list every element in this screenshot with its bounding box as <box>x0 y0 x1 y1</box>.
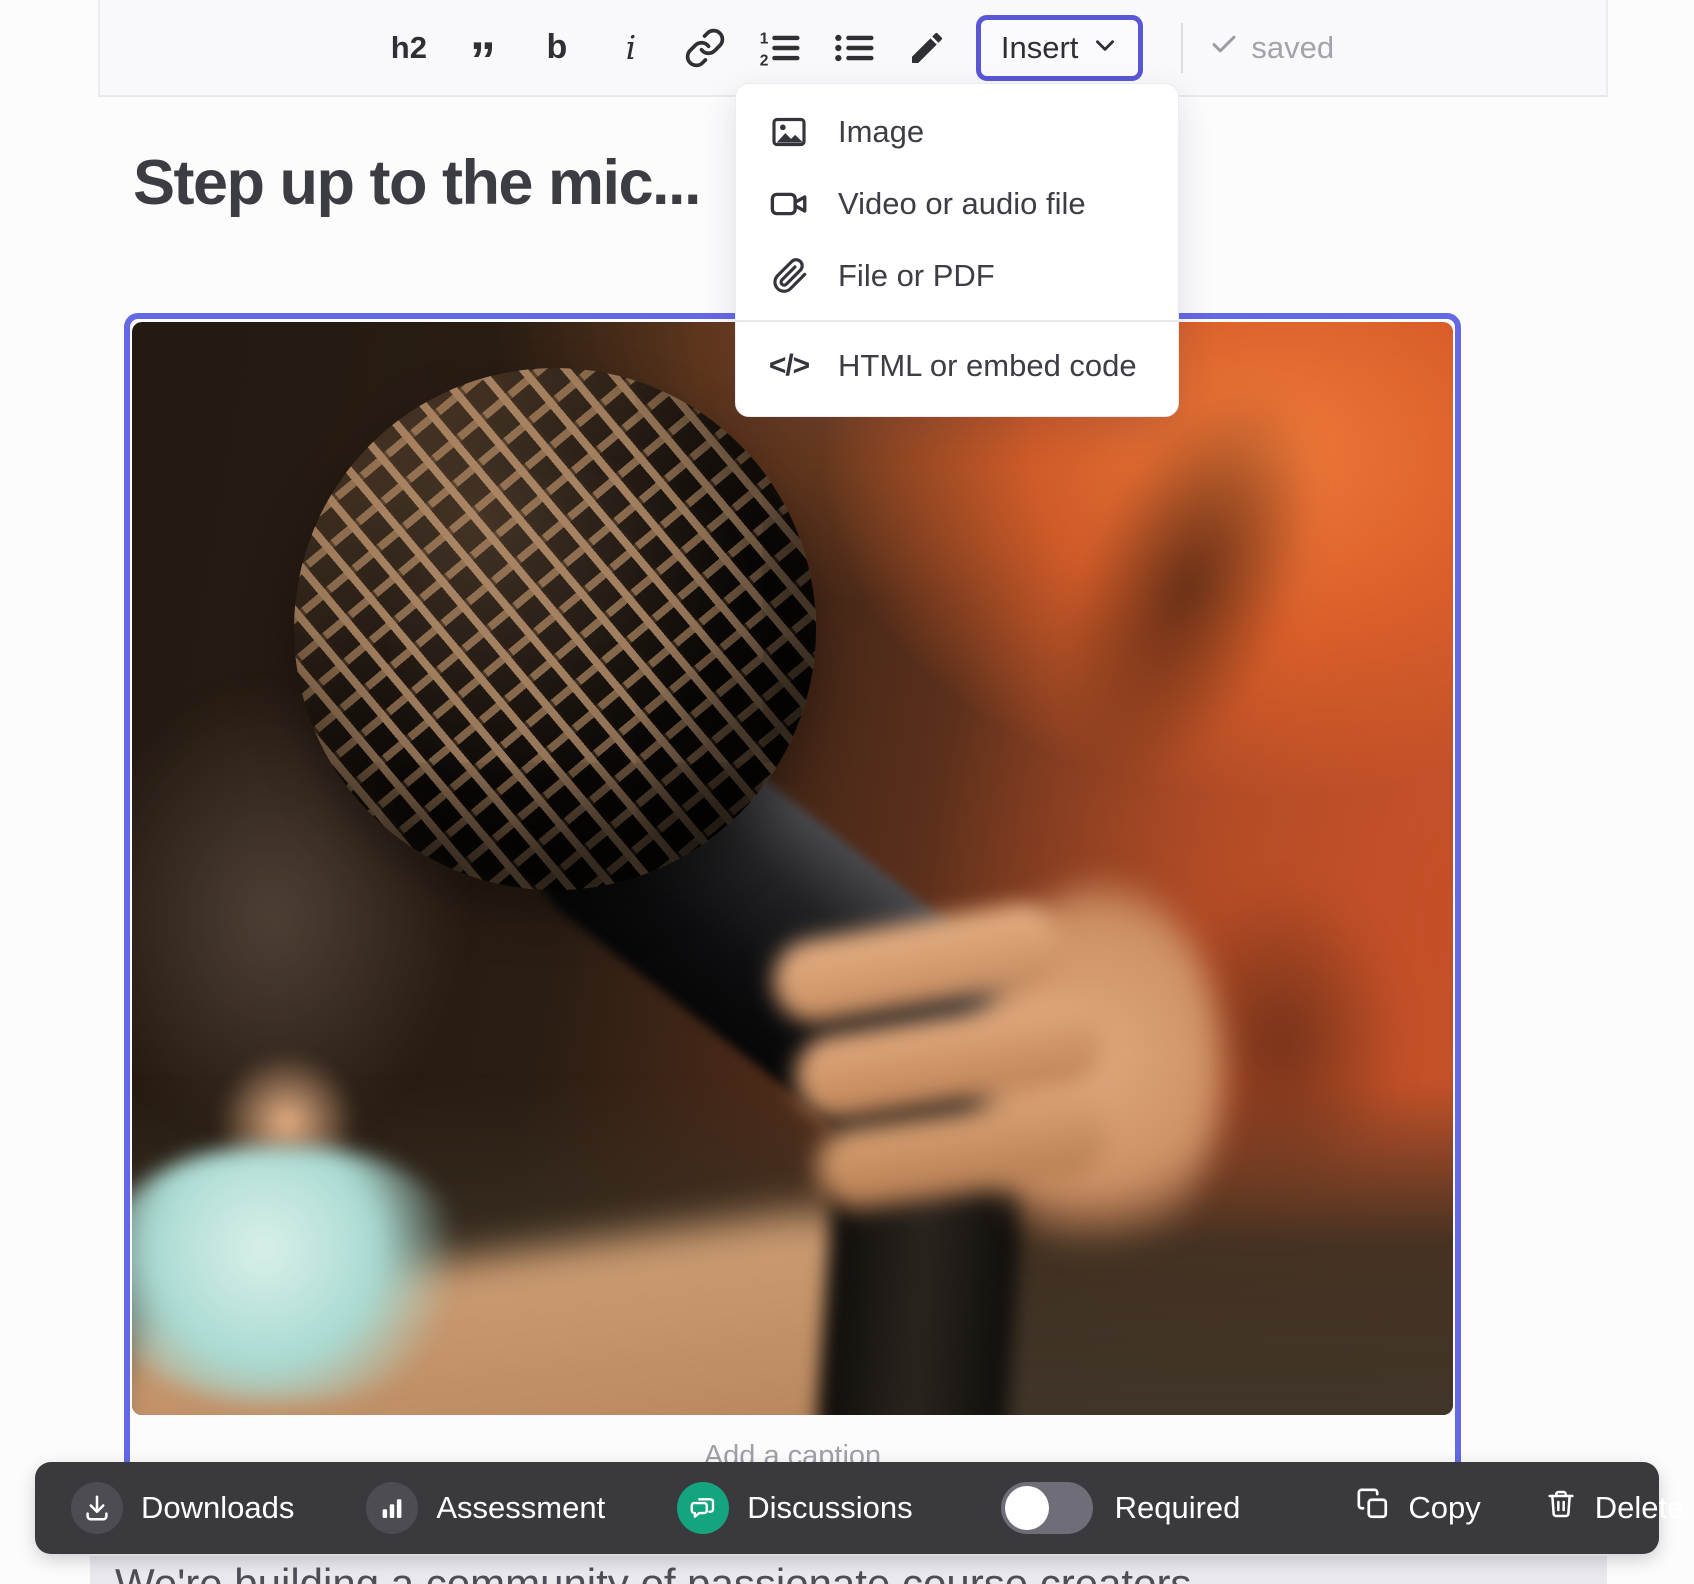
bar-chart-icon <box>366 1482 418 1534</box>
download-icon <box>71 1482 123 1534</box>
heading2-button[interactable]: h2 <box>372 16 446 80</box>
paperclip-icon <box>766 256 812 296</box>
required-toggle[interactable] <box>1001 1482 1093 1534</box>
copy-icon <box>1356 1487 1390 1529</box>
check-icon <box>1209 29 1239 67</box>
discussions-chat-icon <box>677 1482 729 1534</box>
pencil-icon <box>907 28 947 68</box>
chevron-down-icon <box>1092 30 1118 66</box>
copy-button[interactable]: Copy <box>1356 1487 1480 1529</box>
microphone-photo[interactable] <box>132 322 1453 1415</box>
bullet-list-button[interactable] <box>816 16 890 80</box>
insert-menu-item-file[interactable]: File or PDF <box>736 240 1178 312</box>
required-toggle-group: Required <box>1001 1482 1261 1534</box>
blockquote-button[interactable]: ” <box>446 3 520 93</box>
toolbar-divider <box>1181 23 1183 73</box>
code-icon: </> <box>766 349 812 383</box>
insert-menu-item-label: HTML or embed code <box>838 348 1137 384</box>
save-status: saved <box>1209 29 1334 67</box>
svg-text:1: 1 <box>760 30 769 47</box>
insert-menu-item-label: Video or audio file <box>838 186 1086 222</box>
insert-menu: Image Video or audio file File or PDF </… <box>735 83 1179 417</box>
ordered-list-icon: 1 2 <box>757 26 801 70</box>
toggle-knob <box>1005 1486 1049 1530</box>
save-status-label: saved <box>1251 30 1334 66</box>
highlight-button[interactable] <box>890 16 964 80</box>
insert-menu-item-label: File or PDF <box>838 258 995 294</box>
photo-bg-blur <box>1004 348 1371 826</box>
link-icon <box>684 27 726 69</box>
assessment-label: Assessment <box>436 1490 605 1526</box>
svg-text:2: 2 <box>760 52 769 69</box>
insert-menu-item-label: Image <box>838 114 924 150</box>
required-label: Required <box>1115 1490 1241 1526</box>
link-button[interactable] <box>668 16 742 80</box>
insert-menu-item-video[interactable]: Video or audio file <box>736 168 1178 240</box>
discussions-button[interactable]: Discussions <box>677 1482 912 1534</box>
copy-label: Copy <box>1408 1490 1480 1526</box>
lesson-editor: h2 ” b i 1 2 <box>0 0 1694 1584</box>
insert-menu-item-html[interactable]: </> HTML or embed code <box>736 330 1178 402</box>
insert-menu-item-image[interactable]: Image <box>736 96 1178 168</box>
downloads-button[interactable]: Downloads <box>71 1482 294 1534</box>
photo-mic-grille <box>294 368 816 890</box>
lesson-title[interactable]: Step up to the mic... <box>133 147 700 219</box>
delete-label: Delete <box>1595 1490 1685 1526</box>
video-icon <box>766 183 812 225</box>
discussions-label: Discussions <box>747 1490 912 1526</box>
downloads-label: Downloads <box>141 1490 294 1526</box>
trash-icon <box>1545 1488 1577 1528</box>
delete-button[interactable]: Delete <box>1545 1488 1685 1528</box>
image-icon <box>766 112 812 152</box>
ordered-list-button[interactable]: 1 2 <box>742 16 816 80</box>
bullet-list-icon <box>831 26 875 70</box>
insert-button[interactable]: Insert <box>976 15 1144 81</box>
italic-button[interactable]: i <box>594 16 668 80</box>
selected-image-block[interactable] <box>124 313 1461 1509</box>
insert-menu-divider <box>736 320 1178 322</box>
photo-bokeh <box>132 1147 467 1402</box>
lesson-action-bar: Downloads Assessment Discussions <box>35 1462 1659 1554</box>
bold-button[interactable]: b <box>520 16 594 80</box>
insert-button-label: Insert <box>1001 30 1079 66</box>
next-content-strip: We're building a community of passionate… <box>90 1556 1607 1584</box>
body-paragraph[interactable]: We're building a community of passionate… <box>115 1560 1191 1584</box>
assessment-button[interactable]: Assessment <box>366 1482 605 1534</box>
